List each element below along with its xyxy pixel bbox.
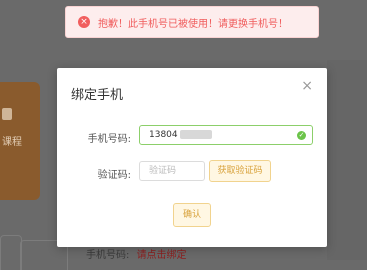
dialog-title: 绑定手机 — [71, 88, 124, 103]
background-box — [0, 235, 22, 270]
background-phone-label: 手机号码: — [86, 250, 130, 261]
confirm-button[interactable]: 确认 — [173, 203, 211, 227]
check-circle-icon: ✓ — [297, 131, 306, 140]
background-card-label: 课程 — [2, 137, 22, 148]
phone-value: 13804 — [149, 130, 178, 140]
background-panel-edge — [327, 60, 367, 260]
error-circle-icon: × — [78, 16, 90, 28]
document-icon — [2, 108, 12, 120]
error-toast: × 抱歉！此手机号已被使用！请更换手机号！ — [65, 6, 319, 38]
phone-label: 手机号码: — [87, 134, 131, 145]
bind-phone-dialog: 绑定手机 × 手机号码: 13804 ✓ 验证码: 验证码 获取验证码 确认 — [57, 68, 327, 247]
background-bind-phone-link: 请点击绑定 — [136, 250, 187, 261]
close-icon[interactable]: × — [301, 78, 313, 94]
get-code-button[interactable]: 获取验证码 — [209, 160, 271, 182]
phone-input[interactable]: 13804 ✓ — [139, 125, 313, 145]
code-label: 验证码: — [97, 170, 131, 181]
background-phone-row: 手机号码: 请点击绑定 — [86, 246, 187, 261]
phone-redacted — [179, 130, 212, 139]
toast-message: 抱歉！此手机号已被使用！请更换手机号！ — [98, 18, 288, 30]
page: 课程 手机号码: 请点击绑定 × 抱歉！此手机号已被使用！请更换手机号！ 绑定手… — [0, 0, 367, 270]
verification-code-input[interactable]: 验证码 — [139, 161, 205, 181]
